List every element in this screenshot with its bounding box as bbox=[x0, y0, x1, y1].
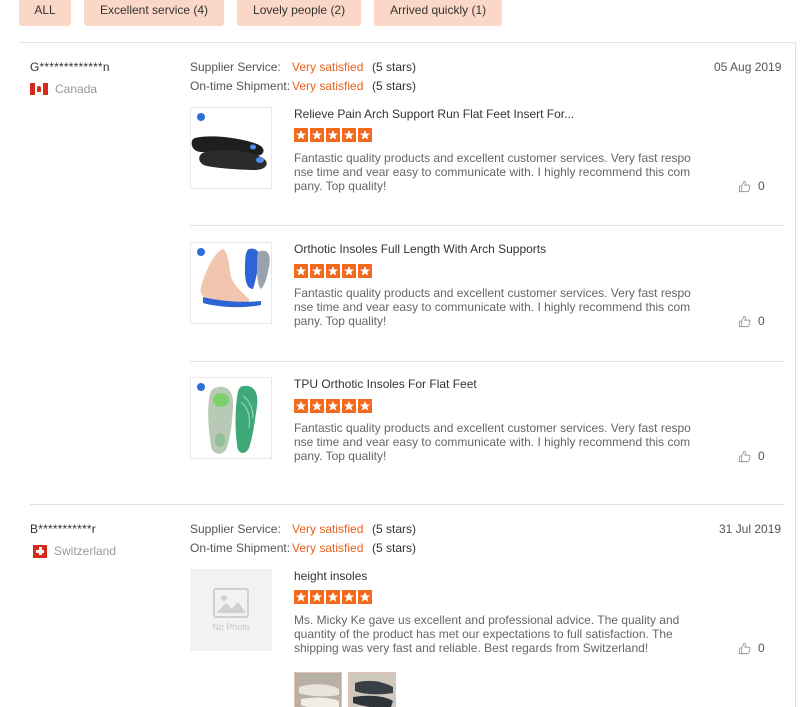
star-icon bbox=[326, 590, 340, 604]
reviewer-country: Canada bbox=[30, 82, 97, 96]
star-icon bbox=[294, 128, 308, 142]
star-icon bbox=[326, 264, 340, 278]
product-thumbnail[interactable] bbox=[190, 377, 272, 459]
ontime-shipment-label: On-time Shipment: bbox=[190, 541, 291, 555]
star-icon bbox=[310, 264, 324, 278]
supplier-service-label: Supplier Service: bbox=[190, 60, 281, 74]
like-button[interactable]: 0 bbox=[738, 179, 765, 193]
header-divider bbox=[19, 42, 795, 43]
review-date: 31 Jul 2019 bbox=[719, 522, 782, 536]
reviewer-country: Switzerland bbox=[33, 544, 116, 558]
thumbs-up-icon bbox=[738, 315, 751, 328]
image-placeholder-icon bbox=[213, 588, 249, 618]
review-text: Fantastic quality products and excellent… bbox=[294, 421, 691, 463]
review-filter-bar: ALL Excellent service (4) Lovely people … bbox=[19, 0, 503, 26]
star-icon bbox=[342, 399, 356, 413]
product-title-link[interactable]: height insoles bbox=[294, 569, 367, 583]
review-photo-thumbnail[interactable] bbox=[294, 672, 342, 707]
ontime-shipment-label: On-time Shipment: bbox=[190, 79, 291, 93]
switzerland-flag-icon bbox=[33, 544, 47, 558]
supplier-service-rating: Supplier Service: Very satisfied (5 star… bbox=[190, 60, 416, 74]
review-photo-thumbnail[interactable] bbox=[348, 672, 396, 707]
product-title-link[interactable]: Relieve Pain Arch Support Run Flat Feet … bbox=[294, 107, 574, 121]
insole-photo-1 bbox=[295, 673, 341, 707]
review-date: 05 Aug 2019 bbox=[714, 60, 782, 74]
reviewer-name: B***********r bbox=[30, 522, 96, 536]
supplier-service-stars: (5 stars) bbox=[372, 522, 417, 536]
thumbs-up-icon bbox=[738, 450, 751, 463]
like-button[interactable]: 0 bbox=[738, 449, 765, 463]
ontime-shipment-value: Very satisfied bbox=[292, 79, 364, 93]
like-count: 0 bbox=[758, 179, 765, 193]
reviewer-name: G*************n bbox=[30, 60, 110, 74]
like-button[interactable]: 0 bbox=[738, 314, 765, 328]
no-photo-placeholder: No Photo bbox=[190, 569, 272, 651]
review-text: Fantastic quality products and excellent… bbox=[294, 151, 691, 193]
ontime-shipment-rating: On-time Shipment: Very satisfied (5 star… bbox=[190, 79, 416, 93]
thumbs-up-icon bbox=[738, 180, 751, 193]
star-icon bbox=[326, 128, 340, 142]
product-thumbnail[interactable] bbox=[190, 242, 272, 324]
filter-all-button[interactable]: ALL bbox=[19, 0, 71, 26]
blue-insoles-foot-image bbox=[197, 248, 270, 308]
star-icon bbox=[342, 128, 356, 142]
canada-flag-icon bbox=[30, 83, 48, 95]
ontime-shipment-stars: (5 stars) bbox=[372, 79, 417, 93]
filter-excellent-service-button[interactable]: Excellent service (4) bbox=[84, 0, 225, 26]
ontime-shipment-value: Very satisfied bbox=[292, 541, 364, 555]
content-border bbox=[795, 42, 796, 707]
star-icon bbox=[326, 399, 340, 413]
star-icon bbox=[294, 264, 308, 278]
like-count: 0 bbox=[758, 641, 765, 655]
country-label: Switzerland bbox=[54, 544, 117, 558]
insole-photo-2 bbox=[349, 673, 395, 707]
review-divider bbox=[30, 504, 784, 505]
product-divider bbox=[190, 361, 784, 362]
supplier-service-value: Very satisfied bbox=[292, 522, 364, 536]
product-divider bbox=[190, 225, 784, 226]
star-icon bbox=[358, 399, 372, 413]
review-text: Fantastic quality products and excellent… bbox=[294, 286, 691, 328]
like-count: 0 bbox=[758, 314, 765, 328]
like-count: 0 bbox=[758, 449, 765, 463]
no-photo-label: No Photo bbox=[212, 622, 250, 632]
ontime-shipment-stars: (5 stars) bbox=[372, 541, 417, 555]
star-icon bbox=[310, 590, 324, 604]
thumbs-up-icon bbox=[738, 642, 751, 655]
review-text: Ms. Micky Ke gave us excellent and profe… bbox=[294, 613, 680, 655]
product-star-rating bbox=[294, 590, 372, 604]
supplier-service-stars: (5 stars) bbox=[372, 60, 417, 74]
star-icon bbox=[358, 590, 372, 604]
star-icon bbox=[358, 128, 372, 142]
star-icon bbox=[358, 264, 372, 278]
like-button[interactable]: 0 bbox=[738, 641, 765, 655]
filter-arrived-quickly-button[interactable]: Arrived quickly (1) bbox=[374, 0, 503, 26]
country-label: Canada bbox=[55, 82, 98, 96]
product-title-link[interactable]: TPU Orthotic Insoles For Flat Feet bbox=[294, 377, 477, 391]
star-icon bbox=[342, 264, 356, 278]
star-icon bbox=[294, 399, 308, 413]
supplier-service-value: Very satisfied bbox=[292, 60, 364, 74]
product-title-link[interactable]: Orthotic Insoles Full Length With Arch S… bbox=[294, 242, 546, 256]
star-icon bbox=[310, 399, 324, 413]
product-star-rating bbox=[294, 399, 372, 413]
green-insoles-image bbox=[197, 383, 258, 454]
product-star-rating bbox=[294, 264, 372, 278]
filter-lovely-people-button[interactable]: Lovely people (2) bbox=[237, 0, 362, 26]
star-icon bbox=[342, 590, 356, 604]
product-star-rating bbox=[294, 128, 372, 142]
black-insoles-image bbox=[191, 113, 267, 170]
ontime-shipment-rating: On-time Shipment: Very satisfied (5 star… bbox=[190, 541, 416, 555]
supplier-service-rating: Supplier Service: Very satisfied (5 star… bbox=[190, 522, 416, 536]
supplier-service-label: Supplier Service: bbox=[190, 522, 281, 536]
star-icon bbox=[294, 590, 308, 604]
star-icon bbox=[310, 128, 324, 142]
product-thumbnail[interactable] bbox=[190, 107, 272, 189]
